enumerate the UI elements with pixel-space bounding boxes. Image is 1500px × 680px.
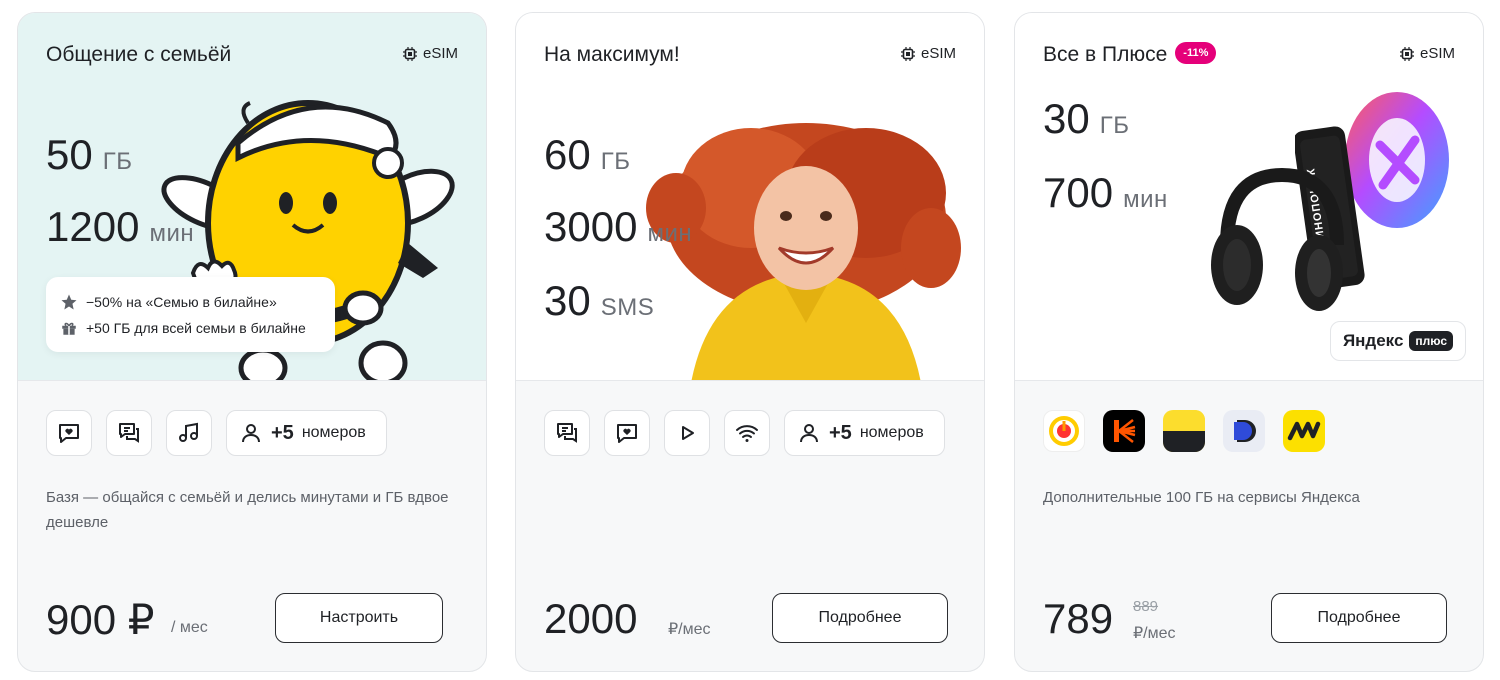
minutes-value: 700 (1043, 169, 1114, 216)
minutes-unit: мин (1123, 186, 1168, 213)
numbers-count: +5 (271, 421, 294, 444)
logo-text: Яндекс (1342, 331, 1404, 350)
minutes-amount: 700 мин (1043, 169, 1168, 217)
data-amount: 30 ГБ (1043, 95, 1129, 143)
chat-heart-icon (617, 424, 637, 443)
play-icon (682, 426, 694, 440)
card-hero: На максимум! eSIM 60 ГБ 3000 мин 30 SMS (516, 13, 984, 381)
chat-icon (119, 423, 139, 443)
data-amount: 60 ГБ (544, 131, 630, 179)
data-unit: ГБ (600, 148, 631, 175)
data-unit: ГБ (1099, 112, 1130, 139)
chat-heart-icon (59, 424, 79, 443)
yandex-disk-icon[interactable] (1223, 410, 1265, 452)
card-description: Базя — общайся с семьёй и делись минутам… (46, 489, 449, 531)
chat-heart-feature[interactable] (604, 410, 650, 456)
price: 789 (1043, 595, 1114, 642)
kinopoisk-icon[interactable] (1103, 410, 1145, 452)
music-icon (179, 422, 198, 442)
yandex-market-glyph (1287, 421, 1321, 441)
esim-label: eSIM (402, 45, 458, 62)
data-unit: ГБ (102, 148, 133, 175)
esim-label: eSIM (900, 45, 956, 62)
data-value: 50 (46, 131, 93, 178)
yandex-music-glyph (1049, 416, 1079, 446)
data-value: 30 (1043, 95, 1090, 142)
numbers-count: +5 (829, 421, 852, 444)
person-icon (800, 424, 818, 443)
minutes-unit: мин (647, 220, 693, 247)
headphones-illustration (1211, 167, 1344, 311)
card-title: Все в Плюсе (1043, 43, 1168, 66)
card-title: На максимум! (544, 43, 680, 66)
sms-amount: 30 SMS (544, 277, 654, 325)
person-icon (242, 424, 260, 443)
music-feature[interactable] (166, 410, 212, 456)
tariff-card-max[interactable]: На максимум! eSIM 60 ГБ 3000 мин 30 SMS (515, 12, 985, 672)
yandex-music-icon[interactable] (1043, 410, 1085, 452)
promo-row: +50 ГБ для всей семьи в билайне (60, 315, 321, 341)
esim-text: eSIM (920, 45, 956, 62)
promo-text: −50% на «Семью в билайне» (86, 294, 277, 310)
numbers-label: номеров (859, 424, 924, 441)
star-icon (61, 294, 77, 310)
esim-text: eSIM (1419, 45, 1455, 62)
price-period: ₽/мес (668, 621, 711, 638)
yandex-market-icon[interactable] (1283, 410, 1325, 452)
yandex-disk-glyph (1234, 420, 1256, 442)
chat-feature[interactable] (106, 410, 152, 456)
sms-unit: SMS (600, 294, 655, 321)
price: 2000 (544, 595, 638, 642)
price-period: ₽/мес (1133, 625, 1176, 642)
feature-icons: +5 номеров (544, 410, 945, 456)
numbers-label: номеров (301, 424, 366, 441)
chip-icon (1399, 46, 1414, 61)
card-description: Дополнительные 100 ГБ на сервисы Яндекса (1043, 489, 1360, 506)
configure-button[interactable]: Настроить (275, 593, 443, 643)
promo-box: −50% на «Семью в билайне» +50 ГБ для все… (46, 277, 335, 352)
partner-app-icons (1043, 410, 1325, 452)
tariff-card-family[interactable]: Общение с семьёй eSIM 50 ГБ 1200 мин −50… (17, 12, 487, 672)
card-hero: Все в Плюсе -11% eSIM КИНОПОИСК Яндекс п… (1015, 13, 1483, 381)
wifi-icon (736, 425, 758, 442)
gift-icon (62, 322, 76, 335)
esim-text: eSIM (422, 45, 458, 62)
yandex-go-icon[interactable] (1163, 410, 1205, 452)
video-feature[interactable] (664, 410, 710, 456)
promo-row: −50% на «Семью в билайне» (60, 289, 321, 315)
details-button[interactable]: Подробнее (1271, 593, 1447, 643)
chat-feature[interactable] (544, 410, 590, 456)
old-price: 889 (1133, 598, 1159, 615)
tariff-card-plus[interactable]: Все в Плюсе -11% eSIM КИНОПОИСК Яндекс п… (1014, 12, 1484, 672)
logo-badge: плюс (1409, 331, 1454, 351)
chip-icon (900, 46, 915, 61)
chip-icon (402, 46, 417, 61)
yandex-plus-logo: Яндекс плюс (1330, 321, 1466, 361)
discount-badge: -11% (1175, 42, 1217, 65)
feature-icons: +5 номеров (46, 410, 387, 456)
minutes-value: 1200 (46, 203, 140, 250)
extra-numbers-chip[interactable]: +5 номеров (226, 410, 387, 456)
wifi-feature[interactable] (724, 410, 770, 456)
yandex-go-glyph (1163, 410, 1205, 452)
minutes-unit: мин (149, 220, 195, 247)
chat-icon (557, 423, 577, 443)
price-period: / мес (171, 619, 208, 636)
details-button[interactable]: Подробнее (772, 593, 948, 643)
promo-text: +50 ГБ для всей семьи в билайне (86, 320, 306, 336)
chat-heart-feature[interactable] (46, 410, 92, 456)
card-hero: Общение с семьёй eSIM 50 ГБ 1200 мин −50… (18, 13, 486, 381)
minutes-amount: 3000 мин (544, 203, 692, 251)
price: 900 ₽ (46, 596, 155, 643)
extra-numbers-chip[interactable]: +5 номеров (784, 410, 945, 456)
kinopoisk-glyph (1114, 419, 1136, 443)
card-title-wrap: Все в Плюсе -11% (1043, 42, 1217, 67)
data-amount: 50 ГБ (46, 131, 132, 179)
minutes-value: 3000 (544, 203, 638, 250)
esim-label: eSIM (1399, 45, 1455, 62)
data-value: 60 (544, 131, 591, 178)
sms-value: 30 (544, 277, 591, 324)
minutes-amount: 1200 мин (46, 203, 194, 251)
